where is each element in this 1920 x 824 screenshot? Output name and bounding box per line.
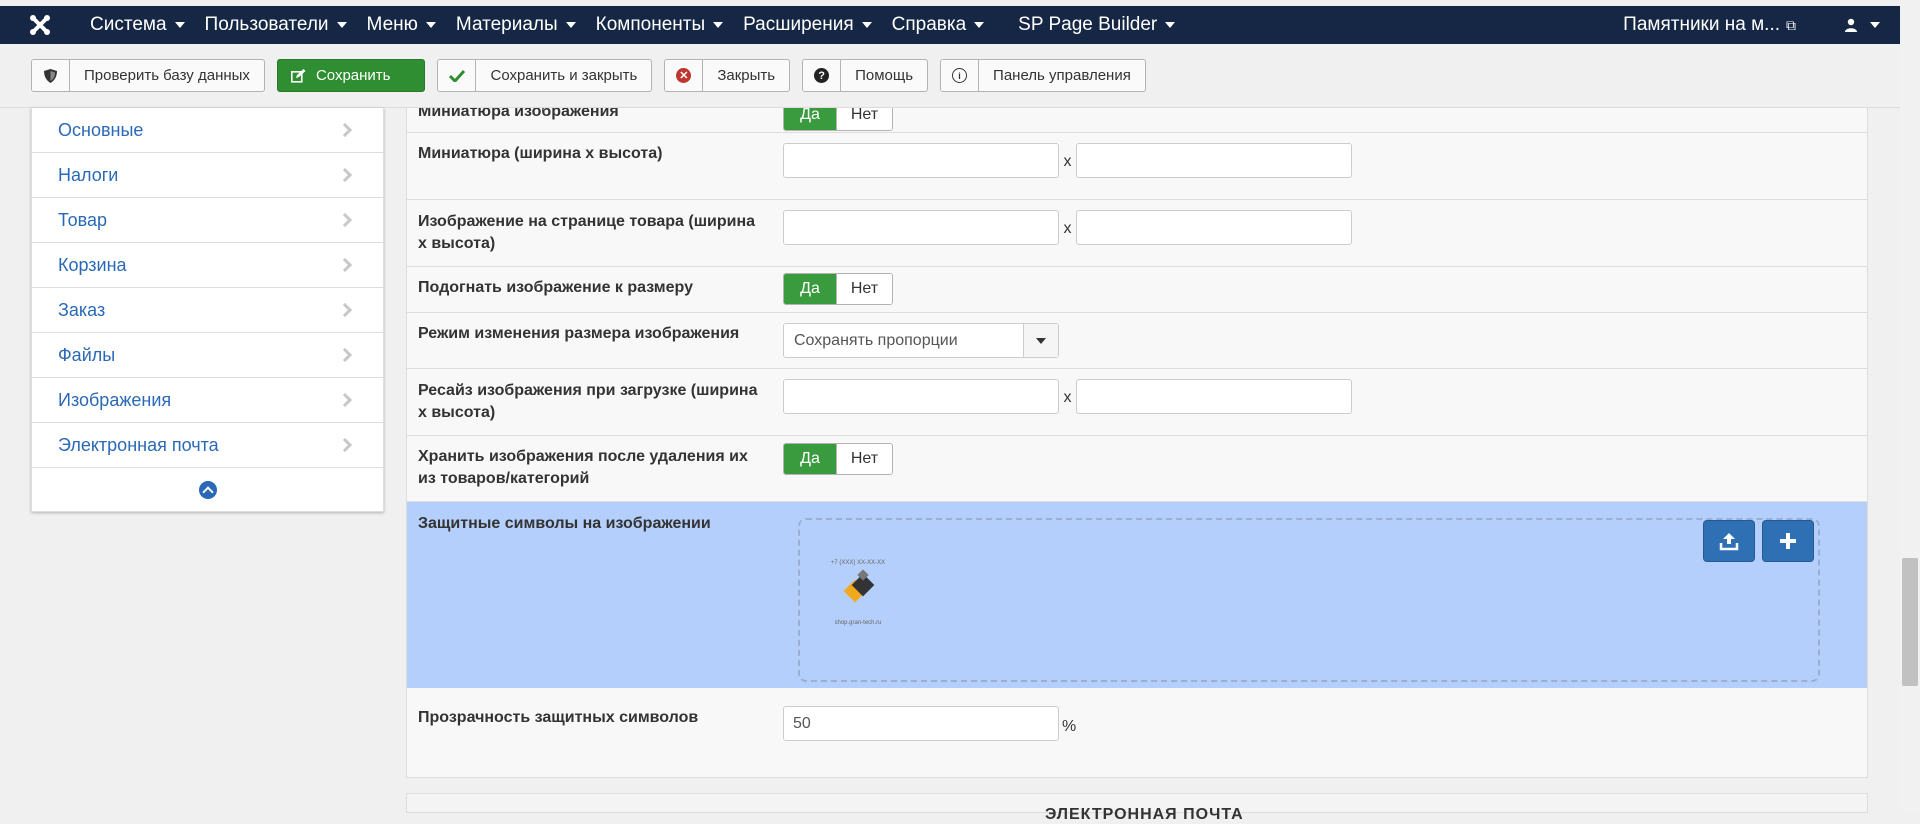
menu-components[interactable]: Компоненты [586,6,733,44]
form-row-resize-mode: Режим изменения размера изображения Сохр… [407,313,1867,369]
question-icon: ? [803,60,842,91]
watermark-dropzone[interactable] [798,518,1820,682]
chevron-right-icon [337,302,353,318]
nav-right-group: Памятники на м... ⧉ [1613,6,1900,44]
sidebar-item-product[interactable]: Товар [32,198,383,243]
control-panel-button[interactable]: i Панель управления [940,59,1146,92]
chevron-right-icon [337,257,353,273]
watermark-logo-icon [843,569,875,603]
email-section-header[interactable]: ЭЛЕКТРОННАЯ ПОЧТА [406,793,1868,823]
yes-option[interactable]: Да [784,444,836,474]
upload-height-input[interactable] [1076,379,1352,414]
toolbar: Проверить базу данных Сохранить Сохранит… [0,44,1900,108]
menu-help[interactable]: Справка [882,6,995,44]
cancel-icon: ✕ [665,60,704,91]
sidebar-item-taxes[interactable]: Налоги [32,153,383,198]
menu-content[interactable]: Материалы [446,6,586,44]
external-link-icon: ⧉ [1786,16,1796,33]
shield-icon [32,60,70,91]
chevron-right-icon [337,122,353,138]
sidebar-item-order[interactable]: Заказ [32,288,383,333]
section-title: ЭЛЕКТРОННАЯ ПОЧТА [1045,806,1244,823]
thumbnail-width-input[interactable] [783,143,1059,178]
opacity-input[interactable]: 50 [783,706,1059,741]
form-row-product-image-size: Изображение на странице товара (ширина х… [407,200,1867,267]
no-option[interactable]: Нет [836,444,892,474]
product-image-width-input[interactable] [783,210,1059,245]
save-button[interactable]: Сохранить [276,59,426,92]
chevron-right-icon [337,437,353,453]
sidebar-item-files[interactable]: Файлы [32,333,383,378]
caret-down-icon [1165,22,1176,28]
upload-button[interactable] [1703,520,1755,562]
thumbnail-toggle[interactable]: Да Нет [783,108,893,131]
user-icon [1845,18,1857,32]
caret-down-icon [861,22,872,28]
chevron-right-icon [337,167,353,183]
caret-down-icon [336,22,347,28]
menu-sp-page-builder[interactable]: SP Page Builder [1008,6,1185,44]
chevron-right-icon [337,212,353,228]
sidebar-item-email[interactable]: Электронная почта [32,423,383,468]
upload-width-input[interactable] [783,379,1059,414]
caret-down-icon [174,22,185,28]
upload-icon [1719,533,1739,551]
site-link[interactable]: Памятники на м... ⧉ [1613,6,1806,44]
caret-down-icon [974,22,985,28]
joomla-logo-icon[interactable] [0,6,80,44]
menu-system[interactable]: Система [80,6,195,44]
no-option[interactable]: Нет [836,108,892,130]
check-database-button[interactable]: Проверить базу данных [31,59,265,92]
thumbnail-height-input[interactable] [1076,143,1352,178]
product-image-height-input[interactable] [1076,210,1352,245]
form-row-watermark-opacity: Прозрачность защитных символов 50 % [407,688,1867,777]
add-button[interactable] [1762,520,1814,562]
dropdown-arrow-icon [1023,324,1058,357]
caret-down-icon [565,22,576,28]
caret-down-icon [713,22,724,28]
top-navbar: Система Пользователи Меню Материалы Комп… [0,6,1900,44]
yes-option[interactable]: Да [784,274,836,304]
page-scrollbar-track[interactable] [1900,0,1920,813]
fit-image-toggle[interactable]: Да Нет [783,273,893,305]
form-row-upload-resize: Ресайз изображения при загрузке (ширина … [407,369,1867,436]
sidebar-item-general[interactable]: Основные [32,108,383,153]
sidebar-item-images[interactable]: Изображения [32,378,383,423]
form-row-keep-images: Хранить изображения после удаления их из… [407,436,1867,502]
image-settings-form: Миниатюра изображения Да Нет Миниатюра (… [406,108,1868,778]
form-row-thumbnail: Миниатюра изображения Да Нет [407,108,1867,133]
info-icon: i [941,60,980,91]
user-menu[interactable] [1834,6,1900,44]
settings-sidebar: Основные Налоги Товар Корзина Заказ Файл… [31,108,384,512]
checkmark-icon [438,60,477,91]
plus-icon [1780,533,1796,549]
yes-option[interactable]: Да [784,108,836,130]
resize-mode-select[interactable]: Сохранять пропорции [783,323,1059,358]
chevron-right-icon [337,347,353,363]
sidebar-item-cart[interactable]: Корзина [32,243,383,288]
form-row-fit-image: Подогнать изображение к размеру Да Нет [407,267,1867,313]
watermark-image[interactable]: +7 (XXX) XX-XX-XX shop.gran-tech.ru [824,560,892,628]
menu-users[interactable]: Пользователи [195,6,357,44]
chevron-right-icon [337,392,353,408]
caret-down-icon [425,22,436,28]
sidebar-collapse[interactable] [32,468,383,512]
menu-extensions[interactable]: Расширения [733,6,882,44]
close-button[interactable]: ✕ Закрыть [664,59,791,92]
edit-icon [278,60,308,91]
caret-down-icon [1870,22,1880,28]
save-and-close-button[interactable]: Сохранить и закрыть [437,59,653,92]
page-scrollbar-thumb[interactable] [1902,558,1918,686]
no-option[interactable]: Нет [836,274,892,304]
keep-images-toggle[interactable]: Да Нет [783,443,893,475]
menu-menus[interactable]: Меню [357,6,446,44]
help-button[interactable]: ? Помощь [802,59,929,92]
form-row-thumbnail-size: Миниатюра (ширина х высота) x [407,133,1867,200]
form-row-watermark: Защитные символы на изображении +7 (XXX)… [407,502,1867,688]
chevron-up-circle-icon [198,481,217,499]
